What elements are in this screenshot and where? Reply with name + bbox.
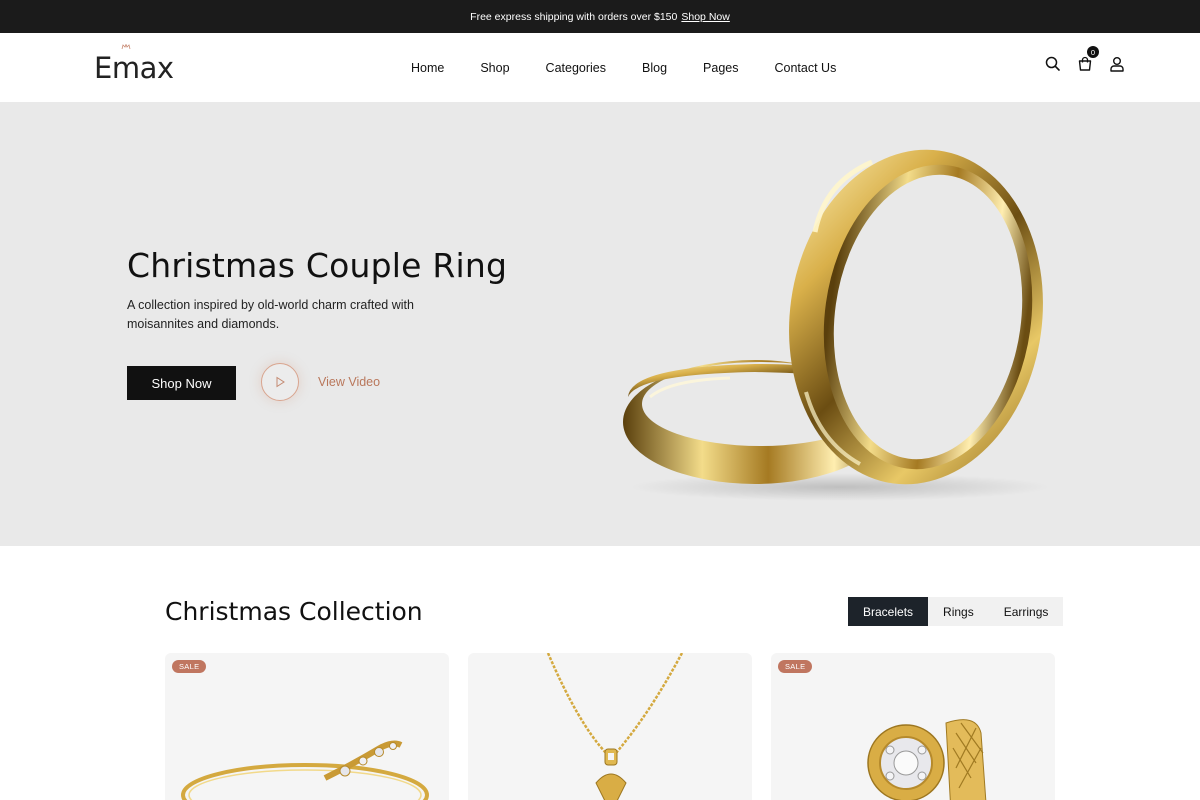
shop-now-button[interactable]: Shop Now <box>127 366 236 400</box>
hero-subtitle: A collection inspired by old-world charm… <box>127 298 414 331</box>
view-video-link[interactable]: View Video <box>318 375 380 389</box>
header-actions: 0 <box>1044 46 1126 73</box>
play-video-button[interactable] <box>261 363 299 401</box>
tab-earrings[interactable]: Earrings <box>989 597 1064 626</box>
nav-pages[interactable]: Pages <box>685 61 756 75</box>
sale-badge: SALE <box>778 660 813 673</box>
product-card[interactable] <box>468 653 752 800</box>
product-card[interactable]: SALE <box>165 653 449 800</box>
tab-rings[interactable]: Rings <box>928 597 989 626</box>
logo[interactable]: Emax <box>94 51 174 85</box>
ring-image <box>867 719 987 800</box>
tab-bracelets[interactable]: Bracelets <box>848 597 929 626</box>
section-title: Christmas Collection <box>165 597 423 626</box>
collection-tabs: Bracelets Rings Earrings <box>848 597 1064 626</box>
nav-blog[interactable]: Blog <box>624 61 685 75</box>
nav-contact-us[interactable]: Contact Us <box>756 61 854 75</box>
hero-banner: Christmas Couple Ring A collection inspi… <box>0 102 1200 546</box>
announcement-text: Free express shipping with orders over $… <box>470 10 678 23</box>
nav-home[interactable]: Home <box>393 61 462 75</box>
cart-button[interactable]: 0 <box>1076 46 1099 73</box>
account-button[interactable] <box>1108 55 1126 73</box>
user-icon <box>1110 57 1124 72</box>
crown-icon <box>121 44 131 50</box>
sale-badge: SALE <box>172 660 207 673</box>
announcement-shop-link[interactable]: Shop Now <box>681 11 729 23</box>
search-button[interactable] <box>1044 55 1062 73</box>
announcement-bar: Free express shipping with orders over $… <box>0 0 1200 33</box>
cart-count-badge: 0 <box>1087 46 1099 58</box>
search-icon <box>1045 56 1060 71</box>
hero-title: Christmas Couple Ring <box>127 246 508 285</box>
nav-categories[interactable]: Categories <box>528 61 624 75</box>
nav-shop[interactable]: Shop <box>462 61 527 75</box>
bracelet-image <box>181 740 429 800</box>
gold-rings-image <box>623 149 1050 501</box>
necklace-image <box>546 653 684 800</box>
site-header: Emax Home Shop Categories Blog Pages Con… <box>0 33 1200 102</box>
play-icon <box>276 376 285 388</box>
product-card[interactable]: SALE <box>771 653 1055 800</box>
main-nav: Home Shop Categories Blog Pages Contact … <box>393 33 854 102</box>
